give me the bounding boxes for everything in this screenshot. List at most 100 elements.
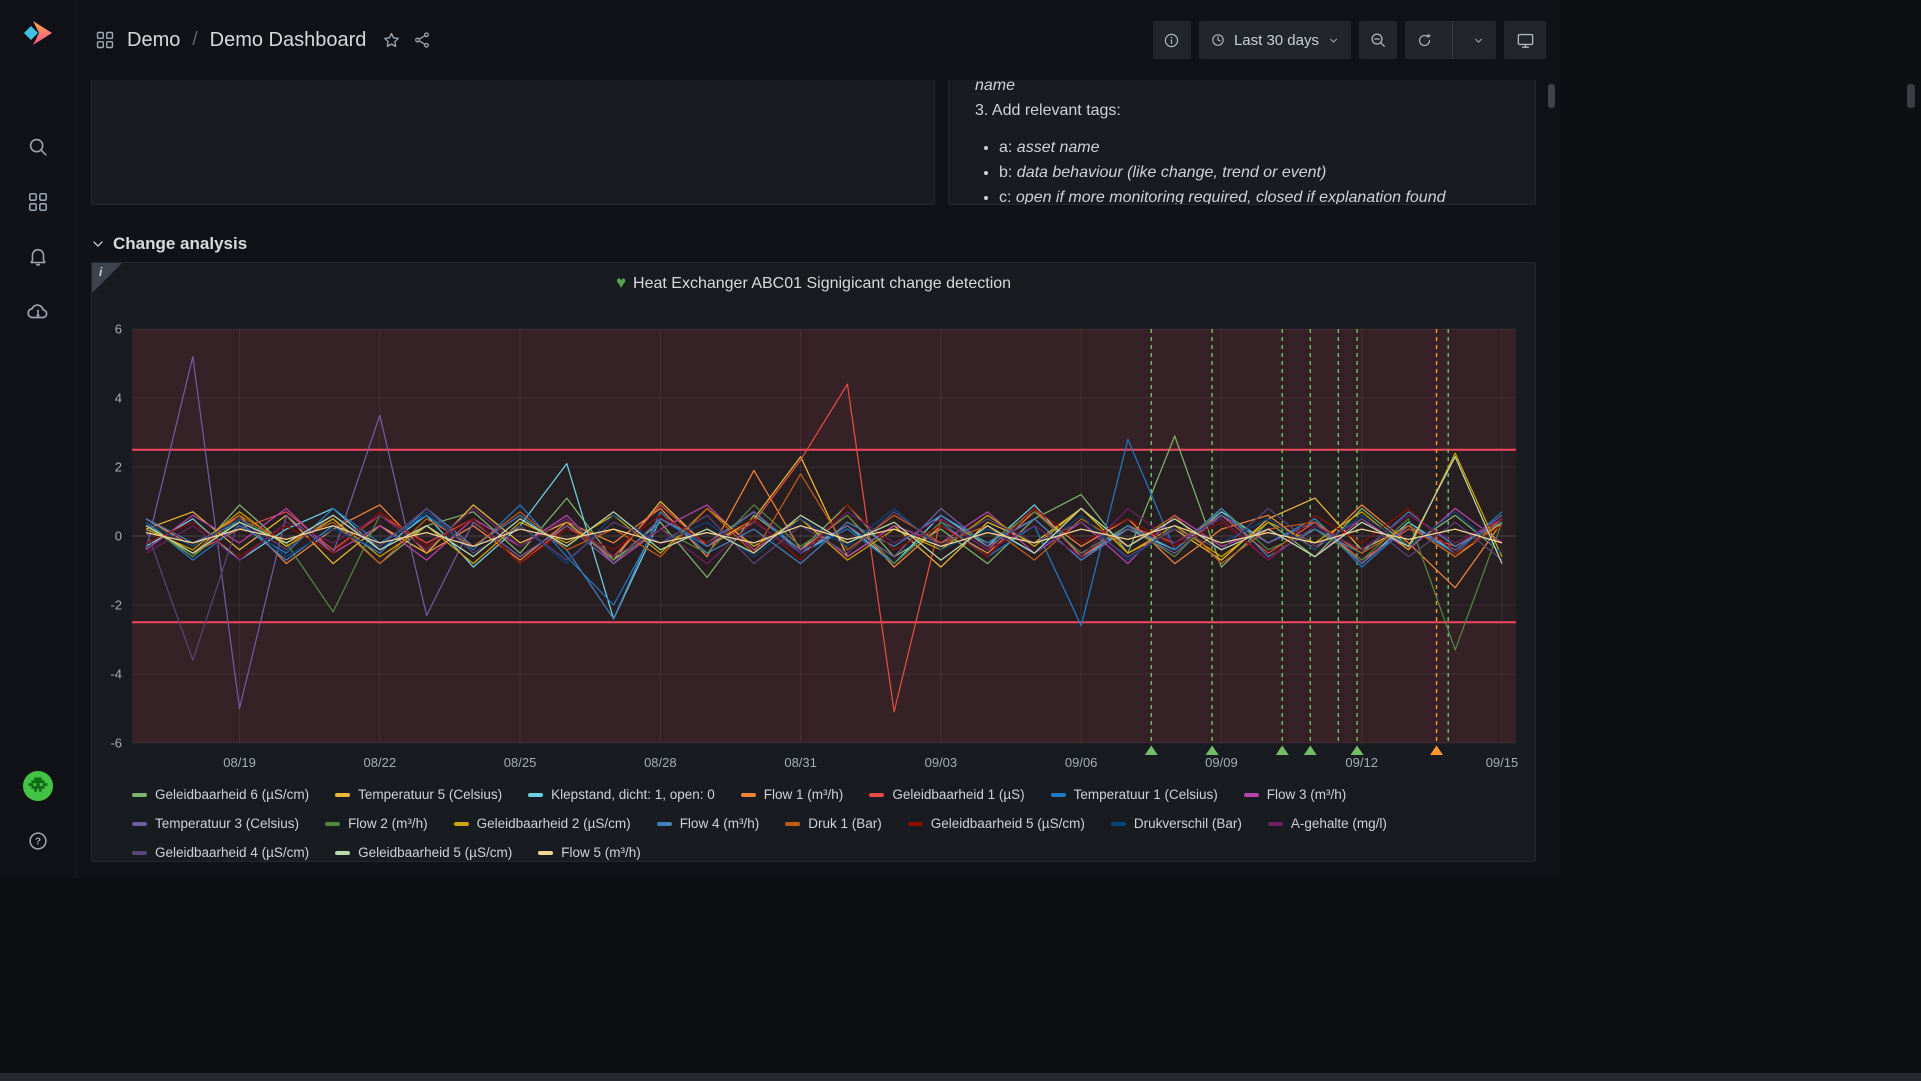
- panel-info-button[interactable]: [1153, 21, 1191, 59]
- x-axis-tick-label: 09/03: [925, 755, 958, 770]
- breadcrumb-app[interactable]: Demo: [127, 29, 180, 52]
- grafana-logo[interactable]: [17, 12, 59, 54]
- x-axis-tick-label: 09/15: [1486, 755, 1519, 770]
- legend-label: Flow 3 (m³/h): [1267, 787, 1347, 802]
- legend-label: Geleidbaarheid 5 (µS/cm): [931, 816, 1085, 831]
- topbar: Demo / Demo Dashboard: [75, 0, 1560, 80]
- legend-item[interactable]: Temperatuur 3 (Celsius): [132, 816, 299, 831]
- annotation-marker: [1206, 746, 1219, 756]
- legend-item[interactable]: Geleidbaarheid 2 (µS/cm): [454, 816, 631, 831]
- annotation-marker: [1304, 746, 1317, 756]
- time-series-chart[interactable]: 6420-2-4-608/1908/2208/2508/2808/3109/03…: [98, 303, 1531, 783]
- legend-label: Temperatuur 3 (Celsius): [155, 816, 299, 831]
- annotation-marker: [1145, 746, 1158, 756]
- legend-item[interactable]: Geleidbaarheid 5 (µS/cm): [335, 845, 512, 860]
- legend-item[interactable]: A-gehalte (mg/l): [1268, 816, 1387, 831]
- legend-item[interactable]: Geleidbaarheid 1 (µS): [869, 787, 1024, 802]
- legend-label: Flow 2 (m³/h): [348, 816, 428, 831]
- logo-icon: [23, 18, 53, 48]
- sidebar-item-alerting[interactable]: [17, 236, 59, 278]
- legend-item[interactable]: Flow 1 (m³/h): [741, 787, 844, 802]
- help-icon: ?: [27, 830, 49, 852]
- legend-label: Geleidbaarheid 2 (µS/cm): [477, 816, 631, 831]
- notes-numbered-item: 3. Add relevant tags:: [975, 98, 1513, 123]
- legend-item[interactable]: Druk 1 (Bar): [785, 816, 882, 831]
- legend-item[interactable]: Temperatuur 5 (Celsius): [335, 787, 502, 802]
- legend-item[interactable]: Flow 4 (m³/h): [657, 816, 760, 831]
- y-axis-tick-label: 4: [115, 391, 122, 406]
- legend-swatch: [538, 851, 553, 855]
- legend-swatch: [908, 822, 923, 826]
- chevron-down-icon: [1327, 34, 1340, 47]
- legend-swatch: [1111, 822, 1126, 826]
- legend-item[interactable]: Drukverschil (Bar): [1111, 816, 1242, 831]
- x-axis-tick-label: 08/25: [504, 755, 537, 770]
- notes-bullet-list: a: asset name b: data behaviour (like ch…: [975, 135, 1513, 205]
- legend-item[interactable]: Flow 3 (m³/h): [1244, 787, 1347, 802]
- empty-panel: [91, 80, 935, 205]
- dashboard-viewport: name 3. Add relevant tags: a: asset name…: [75, 80, 1556, 878]
- legend-swatch: [741, 793, 756, 797]
- sidebar-item-incidents[interactable]: [17, 291, 59, 333]
- legend-label: Geleidbaarheid 1 (µS): [892, 787, 1024, 802]
- row-toggle-change-analysis[interactable]: Change analysis: [91, 228, 247, 260]
- legend-label: Geleidbaarheid 4 (µS/cm): [155, 845, 309, 860]
- tv-mode-button[interactable]: [1504, 21, 1546, 59]
- share-button[interactable]: [413, 31, 431, 49]
- refresh-interval-button[interactable]: [1461, 21, 1496, 59]
- star-button[interactable]: [382, 31, 401, 50]
- legend-label: Temperatuur 1 (Celsius): [1074, 787, 1218, 802]
- x-axis-tick-label: 08/31: [784, 755, 817, 770]
- legend-label: Geleidbaarheid 5 (µS/cm): [358, 845, 512, 860]
- legend-label: A-gehalte (mg/l): [1291, 816, 1387, 831]
- legend-swatch: [132, 793, 147, 797]
- legend-item[interactable]: Geleidbaarheid 5 (µS/cm): [908, 816, 1085, 831]
- legend-swatch: [1051, 793, 1066, 797]
- sidebar-item-search[interactable]: [17, 126, 59, 168]
- zoom-out-button[interactable]: [1359, 21, 1397, 59]
- user-avatar[interactable]: [17, 765, 59, 807]
- x-axis-tick-label: 09/09: [1205, 755, 1238, 770]
- y-axis-tick-label: 0: [115, 529, 122, 544]
- y-axis-tick-label: 2: [115, 460, 122, 475]
- notes-bullet: c: open if more monitoring required, clo…: [999, 185, 1513, 205]
- sidebar-item-dashboards[interactable]: [17, 181, 59, 223]
- legend-item[interactable]: Flow 5 (m³/h): [538, 845, 641, 860]
- x-axis-tick-label: 09/06: [1065, 755, 1098, 770]
- share-icon: [413, 31, 431, 49]
- legend-swatch: [335, 851, 350, 855]
- row-title: Change analysis: [113, 234, 247, 254]
- chart-legend: Geleidbaarheid 6 (µS/cm) Temperatuur 5 (C…: [132, 787, 1523, 860]
- annotation-marker: [1276, 746, 1289, 756]
- refresh-button-group: [1405, 21, 1496, 59]
- scrollbar-thumb-right[interactable]: [1907, 84, 1915, 108]
- legend-swatch: [785, 822, 800, 826]
- legend-label: Flow 4 (m³/h): [680, 816, 760, 831]
- legend-item[interactable]: Klepstand, dicht: 1, open: 0: [528, 787, 715, 802]
- search-icon: [27, 136, 49, 158]
- legend-swatch: [528, 793, 543, 797]
- svg-text:?: ?: [34, 837, 40, 848]
- legend-item[interactable]: Geleidbaarheid 4 (µS/cm): [132, 845, 309, 860]
- legend-item[interactable]: Temperatuur 1 (Celsius): [1051, 787, 1218, 802]
- legend-item[interactable]: Geleidbaarheid 6 (µS/cm): [132, 787, 309, 802]
- time-range-picker[interactable]: Last 30 days: [1199, 21, 1351, 59]
- sidebar-item-help[interactable]: ?: [17, 820, 59, 862]
- panel-title[interactable]: ♥Heat Exchanger ABC01 Signigicant change…: [92, 273, 1535, 293]
- legend-swatch: [657, 822, 672, 826]
- annotation-marker: [1430, 746, 1443, 756]
- y-axis-tick-label: -4: [110, 667, 122, 682]
- page-scrollbar-thumb[interactable]: [1548, 84, 1555, 108]
- threshold-region-lower: [132, 622, 1516, 743]
- threshold-region-upper: [132, 329, 1516, 450]
- avatar-icon: [22, 770, 54, 802]
- grafana-window: ? Demo / Demo Dashboard: [0, 0, 1560, 878]
- legend-item[interactable]: Flow 2 (m³/h): [325, 816, 428, 831]
- notes-bullet: a: asset name: [999, 135, 1513, 160]
- taskbar: [0, 1073, 1921, 1081]
- green-heart-icon: ♥: [616, 273, 626, 292]
- refresh-button[interactable]: [1405, 21, 1444, 59]
- breadcrumb-page[interactable]: Demo Dashboard: [210, 29, 367, 52]
- legend-label: Flow 5 (m³/h): [561, 845, 641, 860]
- legend-swatch: [1268, 822, 1283, 826]
